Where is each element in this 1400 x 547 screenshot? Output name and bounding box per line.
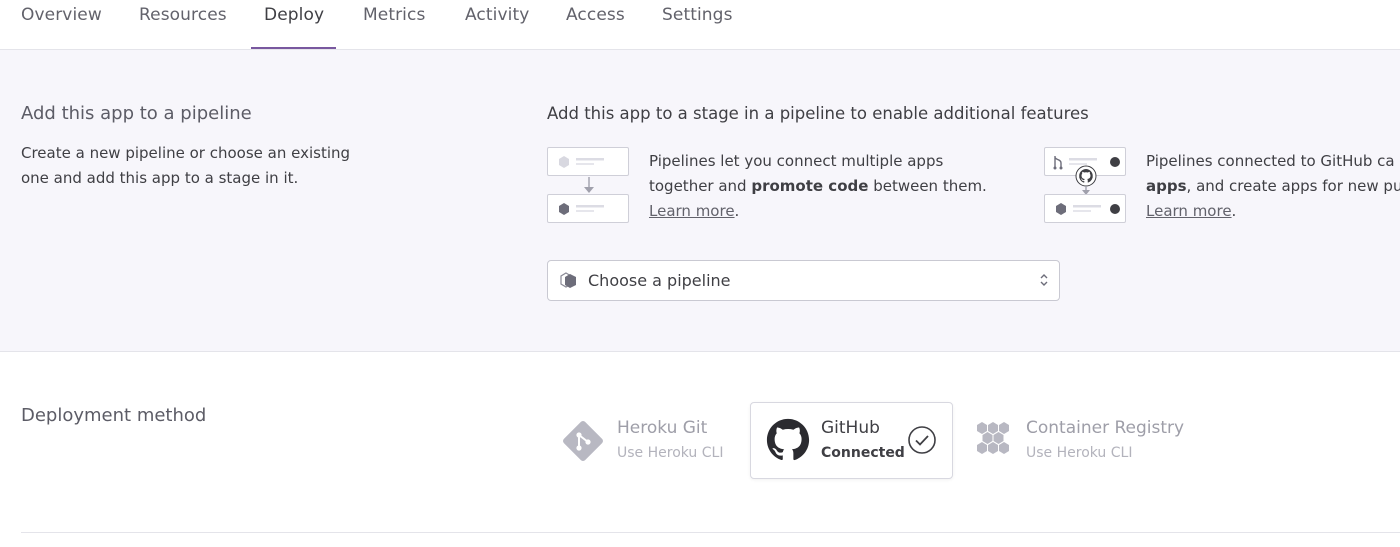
connected-check-icon (907, 425, 937, 459)
active-tab-indicator (251, 47, 336, 49)
deploy-method-container-registry[interactable]: Container Registry Use Heroku CLI (972, 402, 1202, 478)
github-status: Connected (821, 445, 905, 461)
feature2-link-line: Learn more. (1146, 202, 1237, 220)
feature2-learn-more-link[interactable]: Learn more (1146, 202, 1232, 220)
container-registry-sub: Use Heroku CLI (1026, 445, 1133, 461)
github-name: GitHub (821, 418, 880, 438)
app-tab-bar: Overview Resources Deploy Metrics Activi… (0, 0, 1400, 50)
pipeline-description-line2: one and add this app to a stage in it. (21, 169, 299, 187)
deployment-method-section: Deployment method Heroku Git Use Heroku … (0, 352, 1400, 547)
feature1-bold: promote code (751, 177, 869, 195)
feature2-line2: apps, and create apps for new pu (1146, 177, 1400, 195)
feature1-learn-more-link[interactable]: Learn more (649, 202, 735, 220)
container-registry-name: Container Registry (1026, 418, 1185, 438)
pipeline-stage-title: Add this app to a stage in a pipeline to… (547, 104, 1089, 123)
pipeline-section-title: Add this app to a pipeline (21, 103, 252, 124)
tab-metrics[interactable]: Metrics (363, 5, 425, 25)
tab-access[interactable]: Access (566, 5, 625, 25)
github-icon (766, 418, 810, 466)
tab-activity[interactable]: Activity (465, 5, 529, 25)
pipeline-icon (558, 271, 580, 295)
feature1-link-line: Learn more. (649, 202, 740, 220)
feature2-bold: apps (1146, 177, 1187, 195)
deployment-method-title: Deployment method (21, 405, 207, 426)
feature1-line2: together and promote code between them. (649, 177, 987, 195)
select-chevron-icon (1039, 272, 1049, 292)
heroku-git-name: Heroku Git (617, 418, 708, 438)
feature2-line1: Pipelines connected to GitHub ca (1146, 152, 1395, 170)
tab-resources[interactable]: Resources (139, 5, 227, 25)
pipeline-description-line1: Create a new pipeline or choose an exist… (21, 144, 351, 162)
deploy-method-heroku-git[interactable]: Heroku Git Use Heroku CLI (560, 402, 740, 478)
choose-pipeline-select[interactable]: Choose a pipeline (547, 260, 1060, 301)
feature1-line1: Pipelines let you connect multiple apps (649, 152, 944, 170)
choose-pipeline-label: Choose a pipeline (588, 271, 731, 290)
section-divider (21, 532, 1400, 533)
pipeline-promote-illustration (547, 147, 631, 227)
heroku-git-icon (560, 418, 606, 468)
container-registry-icon (972, 419, 1014, 465)
heroku-git-sub: Use Heroku CLI (617, 445, 724, 461)
tab-deploy[interactable]: Deploy (264, 5, 324, 25)
pipeline-section: Add this app to a pipeline Create a new … (0, 50, 1400, 352)
tab-overview[interactable]: Overview (21, 5, 102, 25)
deploy-method-github[interactable]: GitHub Connected (750, 402, 953, 479)
tab-settings[interactable]: Settings (662, 5, 733, 25)
pipeline-github-illustration (1044, 147, 1128, 227)
